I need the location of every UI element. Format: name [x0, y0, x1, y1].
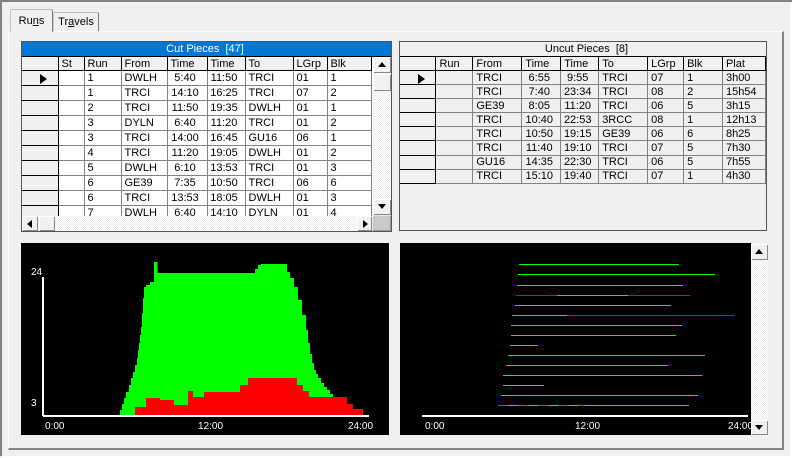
svg-text:0:00: 0:00	[45, 421, 65, 432]
svg-text:24: 24	[31, 267, 43, 278]
svg-text:12:00: 12:00	[198, 421, 223, 432]
svg-text:3: 3	[31, 398, 37, 409]
svg-text:0:00: 0:00	[425, 421, 445, 432]
svg-text:24:00: 24:00	[348, 421, 373, 432]
svg-text:12:00: 12:00	[575, 421, 600, 432]
svg-text:24:00: 24:00	[728, 421, 753, 432]
